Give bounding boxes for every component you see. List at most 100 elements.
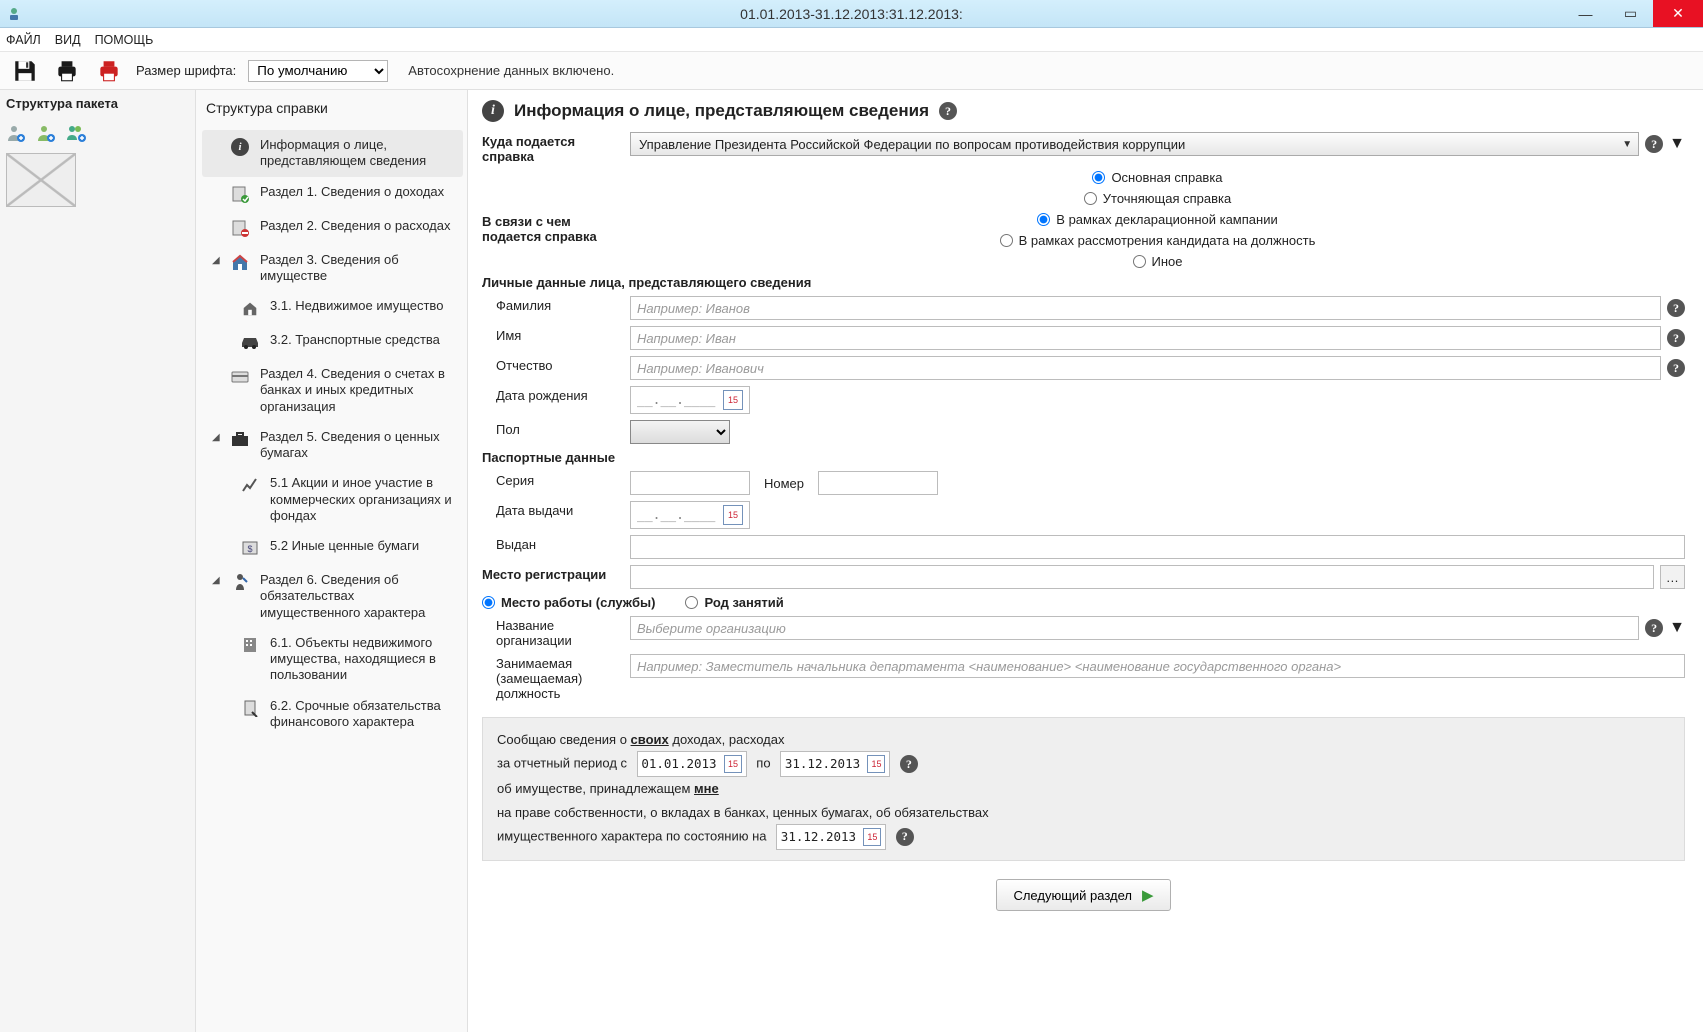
next-section-button[interactable]: Следующий раздел▶ <box>996 879 1170 911</box>
radio-main-reference[interactable]: Основная справка <box>1092 170 1222 185</box>
gender-label: Пол <box>482 420 630 437</box>
nav-section-6[interactable]: ◢ Раздел 6. Сведения об обязательствах и… <box>202 565 463 628</box>
window-titlebar: 01.01.2013-31.12.2013:31.12.2013: — ▭ ✕ <box>0 0 1703 28</box>
add-group-icon[interactable] <box>66 123 86 143</box>
info-icon: i <box>482 100 504 122</box>
help-icon[interactable]: ? <box>1667 299 1685 317</box>
radio-workplace[interactable]: Место работы (службы) <box>482 595 655 610</box>
where-combo[interactable]: Управление Президента Российской Федерац… <box>630 132 1639 156</box>
radio-occupation[interactable]: Род занятий <box>685 595 783 610</box>
nav-section-3-1[interactable]: 3.1. Недвижимое имущество <box>202 291 463 325</box>
help-icon[interactable]: ? <box>1645 135 1663 153</box>
bank-icon <box>230 366 250 386</box>
help-icon[interactable]: ? <box>1667 329 1685 347</box>
dob-input[interactable]: __.__.____15 <box>630 386 750 414</box>
main-form: i Информация о лице, представляющем свед… <box>468 90 1703 1032</box>
nav-section-3[interactable]: ◢ Раздел 3. Сведения об имуществе <box>202 245 463 292</box>
radio-candidate[interactable]: В рамках рассмотрения кандидата на должн… <box>1000 233 1316 248</box>
radio-other[interactable]: Иное <box>1133 254 1183 269</box>
chevron-down-icon[interactable]: ◢ <box>212 255 220 266</box>
add-person2-icon[interactable] <box>36 123 56 143</box>
nav-info-person[interactable]: i Информация о лице, представляющем свед… <box>202 130 463 177</box>
page-title-row: i Информация о лице, представляющем свед… <box>482 100 1685 122</box>
issued-by-input[interactable] <box>630 535 1685 559</box>
maximize-button[interactable]: ▭ <box>1608 0 1653 27</box>
number-label: Номер <box>764 476 804 491</box>
help-icon[interactable]: ? <box>1645 619 1663 637</box>
browse-button[interactable]: … <box>1660 565 1685 589</box>
car-icon <box>240 332 260 352</box>
menu-help[interactable]: ПОМОЩЬ <box>95 33 154 47</box>
nav-section-4[interactable]: Раздел 4. Сведения о счетах в банках и и… <box>202 359 463 422</box>
property-icon <box>230 252 250 272</box>
help-icon[interactable]: ? <box>896 828 914 846</box>
personal-header: Личные данные лица, представляющего свед… <box>482 275 1685 290</box>
dropdown-arrow-icon[interactable]: ▼ <box>1669 619 1685 637</box>
nav-section-3-2[interactable]: 3.2. Транспортные средства <box>202 325 463 359</box>
income-icon <box>230 184 250 204</box>
help-icon[interactable]: ? <box>939 102 957 120</box>
registration-label: Место регистрации <box>482 565 630 582</box>
calendar-icon[interactable]: 15 <box>723 505 743 525</box>
asof-date-input[interactable]: 31.12.201315 <box>776 824 886 850</box>
dropdown-arrow-icon[interactable]: ▼ <box>1669 135 1685 153</box>
menubar: ФАЙЛ ВИД ПОМОЩЬ <box>0 28 1703 52</box>
org-input[interactable] <box>630 616 1639 640</box>
nav-section-5-2[interactable]: $ 5.2 Иные ценные бумаги <box>202 531 463 565</box>
close-button[interactable]: ✕ <box>1653 0 1703 27</box>
toolbar: Размер шрифта: По умолчанию Автосохрнени… <box>0 52 1703 90</box>
radio-campaign[interactable]: В рамках декларационной кампании <box>1037 212 1277 227</box>
gender-select[interactable] <box>630 420 730 444</box>
form-structure-panel: Структура справки i Информация о лице, п… <box>196 90 468 1032</box>
print-icon[interactable] <box>52 57 82 85</box>
add-person-icon[interactable] <box>6 123 26 143</box>
house-icon <box>240 298 260 318</box>
calendar-icon[interactable]: 15 <box>723 390 743 410</box>
period-from-input[interactable]: 01.01.201315 <box>637 751 747 777</box>
issued-date-input[interactable]: __.__.____15 <box>630 501 750 529</box>
minimize-button[interactable]: — <box>1563 0 1608 27</box>
building-icon <box>240 635 260 655</box>
window-title: 01.01.2013-31.12.2013:31.12.2013: <box>740 6 963 22</box>
app-icon <box>6 6 22 22</box>
nav-section-2[interactable]: Раздел 2. Сведения о расходах <box>202 211 463 245</box>
securities-icon: $ <box>240 538 260 558</box>
package-placeholder-icon[interactable] <box>6 153 76 207</box>
menu-file[interactable]: ФАЙЛ <box>6 33 41 47</box>
name-label: Имя <box>482 326 630 343</box>
chevron-down-icon[interactable]: ◢ <box>212 575 220 586</box>
series-input[interactable] <box>630 471 750 495</box>
radio-clarify-reference[interactable]: Уточняющая справка <box>1084 191 1231 206</box>
print-red-icon[interactable] <box>94 57 124 85</box>
name-input[interactable] <box>630 326 1661 350</box>
patronymic-label: Отчество <box>482 356 630 373</box>
position-label: Занимаемая (замещаемая) должность <box>482 654 630 701</box>
reason-label: В связи с чем подается справка <box>482 212 630 244</box>
contract-icon <box>240 698 260 718</box>
font-size-select[interactable]: По умолчанию <box>248 60 388 82</box>
nav-section-6-1[interactable]: 6.1. Объекты недвижимого имущества, нахо… <box>202 628 463 691</box>
nav-section-5-1[interactable]: 5.1 Акции и иное участие в коммерческих … <box>202 468 463 531</box>
nav-section-5[interactable]: ◢ Раздел 5. Сведения о ценных бумагах <box>202 422 463 469</box>
patronymic-input[interactable] <box>630 356 1661 380</box>
chevron-down-icon[interactable]: ◢ <box>212 432 220 443</box>
passport-header: Паспортные данные <box>482 450 1685 465</box>
calendar-icon[interactable]: 15 <box>724 755 742 773</box>
calendar-icon[interactable]: 15 <box>863 828 881 846</box>
menu-view[interactable]: ВИД <box>55 33 81 47</box>
calendar-icon[interactable]: 15 <box>867 755 885 773</box>
nav-section-1[interactable]: Раздел 1. Сведения о доходах <box>202 177 463 211</box>
font-size-label: Размер шрифта: <box>136 63 236 78</box>
surname-input[interactable] <box>630 296 1661 320</box>
position-input[interactable] <box>630 654 1685 678</box>
save-icon[interactable] <box>10 57 40 85</box>
dob-label: Дата рождения <box>482 386 630 403</box>
package-structure-header: Структура пакета <box>6 96 189 111</box>
nav-section-6-2[interactable]: 6.2. Срочные обязательства финансового х… <box>202 691 463 738</box>
help-icon[interactable]: ? <box>1667 359 1685 377</box>
number-input[interactable] <box>818 471 938 495</box>
period-to-input[interactable]: 31.12.201315 <box>780 751 890 777</box>
help-icon[interactable]: ? <box>900 755 918 773</box>
org-label: Название организации <box>482 616 630 648</box>
registration-input[interactable] <box>630 565 1654 589</box>
